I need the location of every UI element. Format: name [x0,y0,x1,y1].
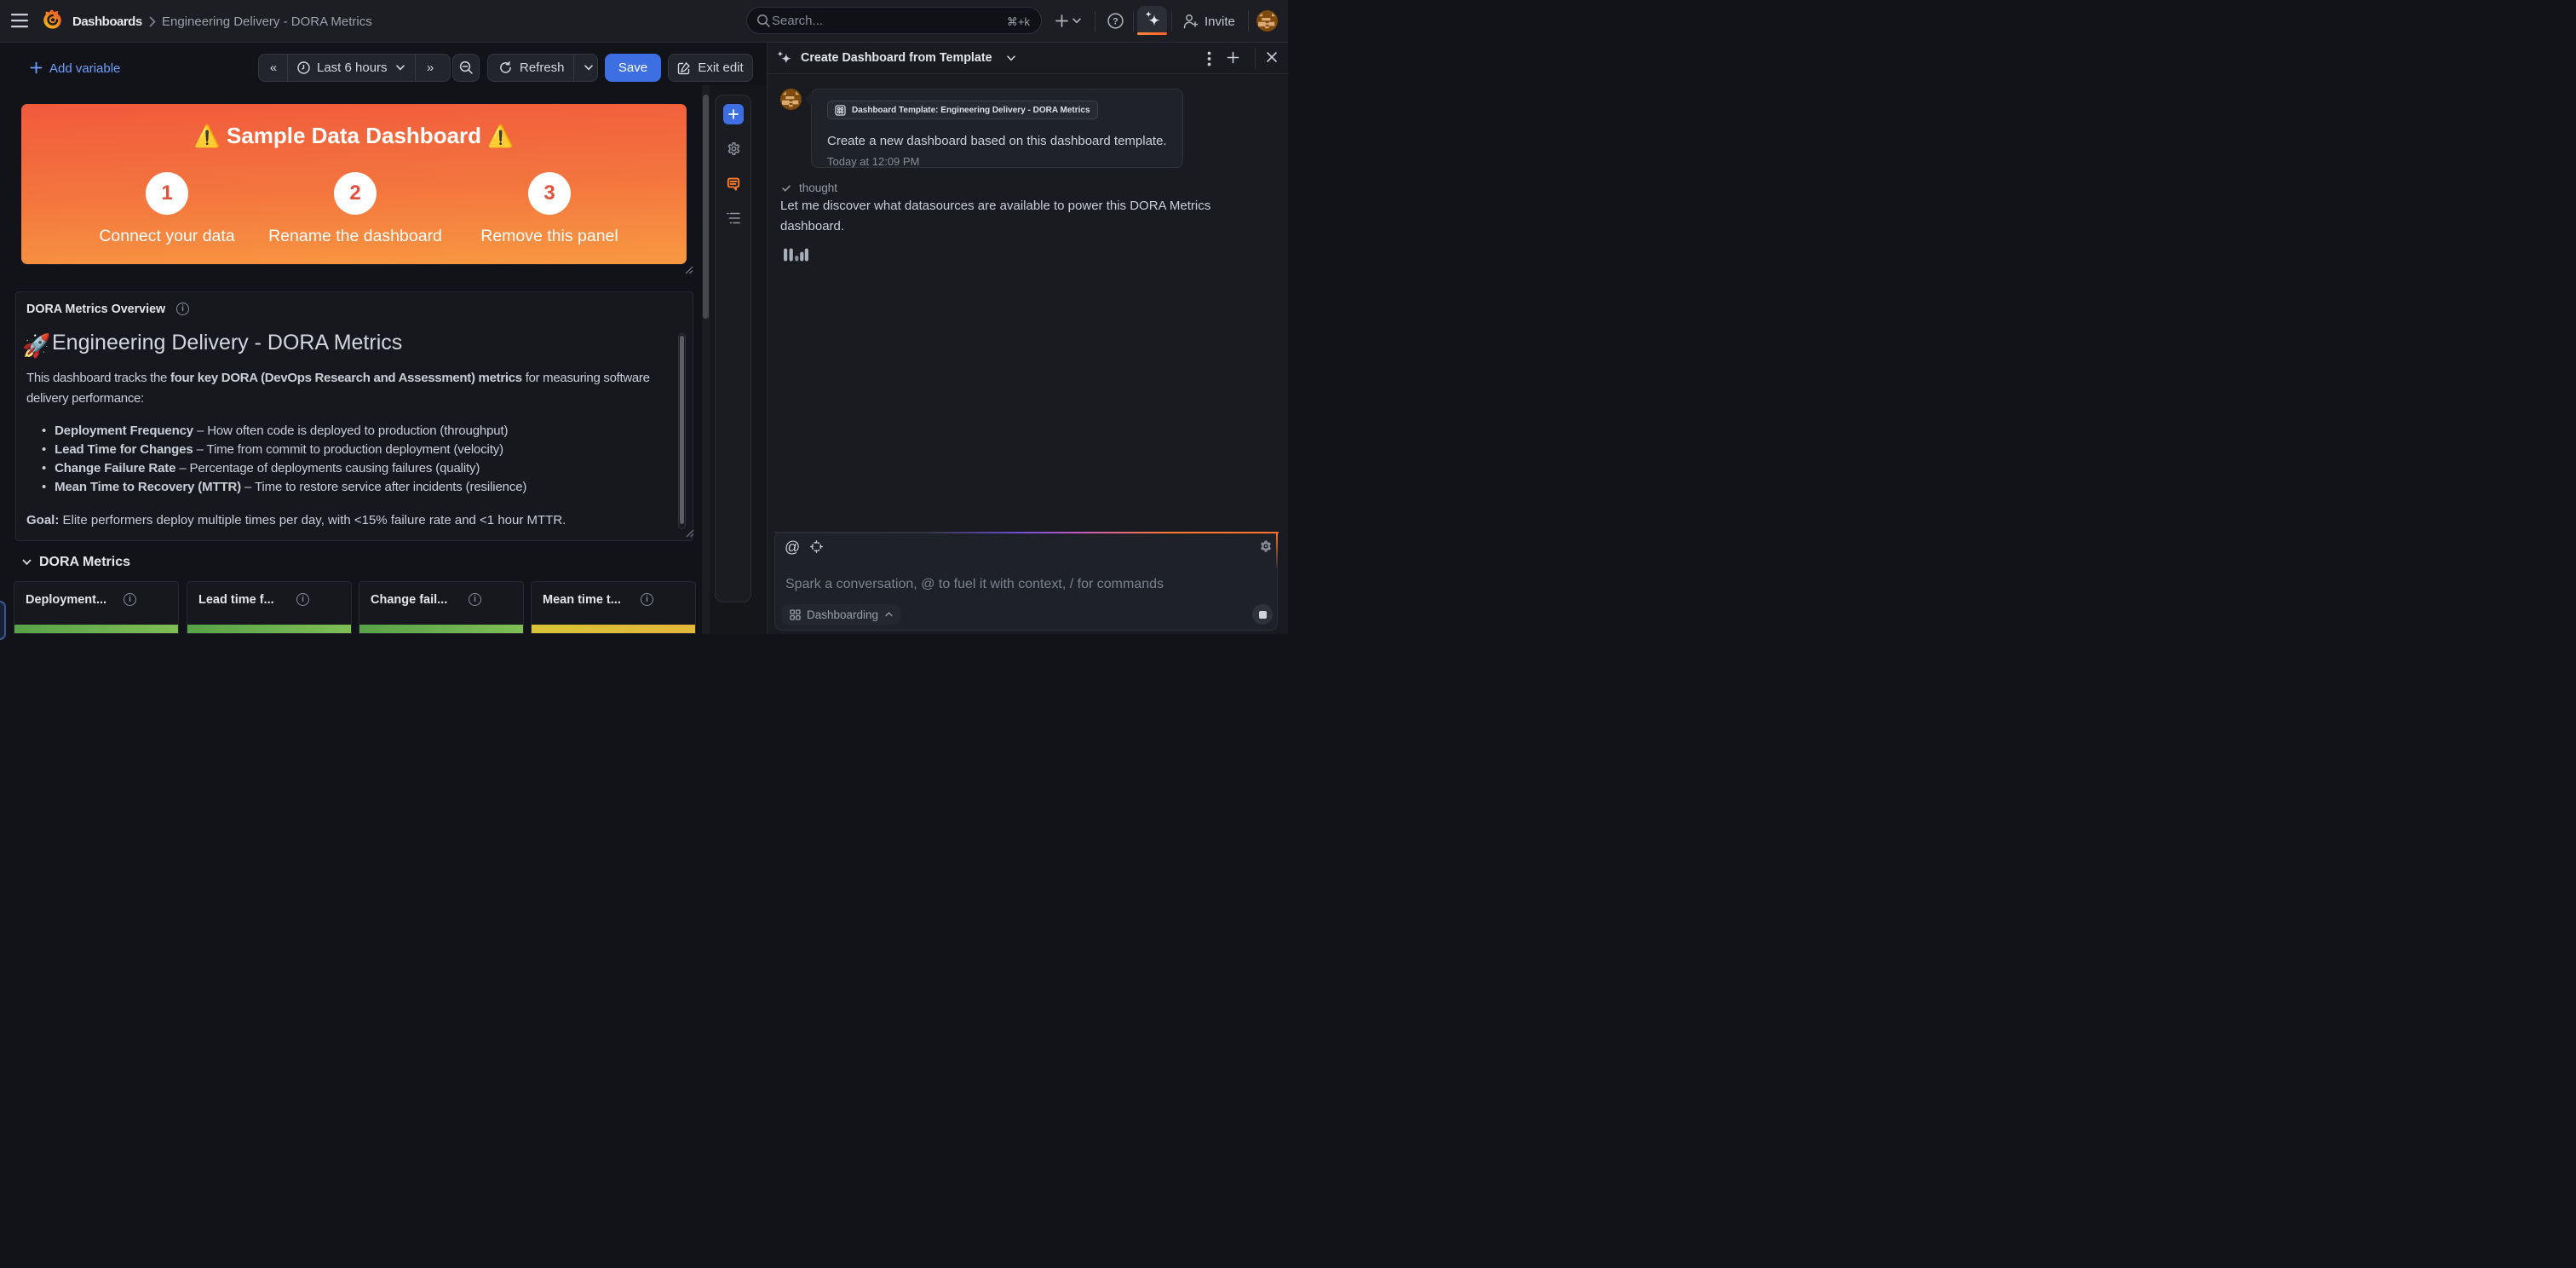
svg-text:?: ? [1113,16,1118,26]
